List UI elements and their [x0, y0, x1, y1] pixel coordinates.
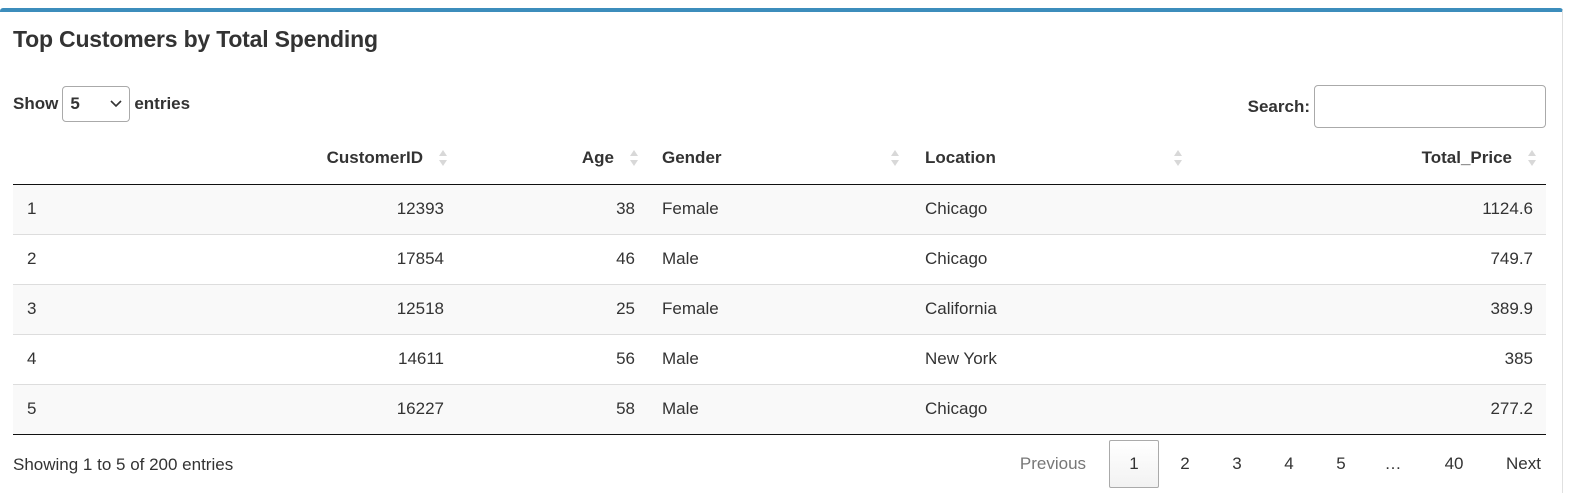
- column-header-age[interactable]: Age: [457, 132, 648, 185]
- panel-title: Top Customers by Total Spending: [13, 26, 378, 52]
- cell-total-price: 277.2: [1204, 383, 1546, 435]
- search-input[interactable]: [1314, 85, 1546, 128]
- page-button[interactable]: 40: [1419, 440, 1489, 488]
- cell-location: New York: [911, 333, 1204, 384]
- cell-index: 2: [13, 233, 137, 284]
- cell-customerid: 12393: [137, 184, 457, 234]
- sort-both-icon: [1528, 150, 1536, 166]
- search-label: Search:: [1247, 96, 1310, 116]
- cell-customerid: 14611: [137, 333, 457, 384]
- page-button[interactable]: 3: [1211, 440, 1263, 488]
- length-prefix-label: Show: [13, 94, 59, 113]
- cell-location: California: [911, 283, 1204, 334]
- column-header-gender[interactable]: Gender: [648, 132, 911, 185]
- cell-index: 4: [13, 333, 137, 384]
- cell-customerid: 17854: [137, 233, 457, 284]
- page-button[interactable]: 5: [1315, 440, 1367, 488]
- cell-total-price: 749.7: [1204, 233, 1546, 284]
- table-header-row: CustomerID Age Gender Location Total_Pri…: [13, 132, 1546, 185]
- cell-age: 25: [457, 283, 648, 334]
- length-suffix-label: entries: [134, 94, 191, 113]
- search-control: Search:: [1248, 85, 1546, 128]
- cell-customerid: 16227: [137, 383, 457, 435]
- cell-location: Chicago: [911, 184, 1204, 234]
- column-header-label: Age: [581, 147, 614, 167]
- cell-total-price: 389.9: [1204, 283, 1546, 334]
- cell-index: 3: [13, 283, 137, 334]
- table-info-text: Showing 1 to 5 of 200 entries: [13, 455, 234, 474]
- column-header-label: Gender: [662, 147, 722, 167]
- cell-age: 58: [457, 383, 648, 435]
- cell-index: 5: [13, 383, 137, 435]
- cell-location: Chicago: [911, 233, 1204, 284]
- sort-both-icon: [630, 150, 638, 166]
- entries-per-page-value: 5: [70, 94, 80, 113]
- entries-per-page-select[interactable]: 5: [62, 86, 131, 122]
- cell-total-price: 1124.6: [1204, 184, 1546, 234]
- table-row: 2 17854 46 Male Chicago 749.7: [13, 233, 1546, 284]
- pagination: Previous 1 2 3 4 5 … 40 Next: [1003, 440, 1546, 488]
- column-header-index[interactable]: [13, 132, 137, 185]
- page-button[interactable]: 4: [1263, 440, 1315, 488]
- customers-table: CustomerID Age Gender Location Total_Pri…: [13, 132, 1546, 435]
- cell-total-price: 385: [1204, 333, 1546, 384]
- column-header-customerid[interactable]: CustomerID: [137, 132, 457, 185]
- column-header-label: CustomerID: [326, 147, 423, 167]
- pagination-ellipsis: …: [1384, 454, 1402, 473]
- table-row: 1 12393 38 Female Chicago 1124.6: [13, 184, 1546, 234]
- page-button-current[interactable]: 1: [1109, 440, 1160, 488]
- chevron-down-icon: [110, 100, 122, 108]
- cell-customerid: 12518: [137, 283, 457, 334]
- column-header-location[interactable]: Location: [911, 132, 1204, 185]
- page-button[interactable]: 2: [1159, 440, 1211, 488]
- cell-index: 1: [13, 184, 137, 234]
- table-row: 5 16227 58 Male Chicago 277.2: [13, 383, 1546, 435]
- cell-gender: Female: [648, 283, 911, 334]
- cell-location: Chicago: [911, 383, 1204, 435]
- sort-both-icon: [1174, 150, 1182, 166]
- column-header-label: Location: [925, 147, 996, 167]
- length-control: Show 5 entries: [13, 86, 190, 122]
- next-page-button[interactable]: Next: [1489, 440, 1546, 488]
- previous-page-button[interactable]: Previous: [1003, 440, 1109, 488]
- table-row: 4 14611 56 Male New York 385: [13, 333, 1546, 384]
- cell-age: 38: [457, 184, 648, 234]
- cell-age: 46: [457, 233, 648, 284]
- cell-gender: Female: [648, 184, 911, 234]
- cell-age: 56: [457, 333, 648, 384]
- column-header-label: Total_Price: [1421, 147, 1512, 167]
- table-row: 3 12518 25 Female California 389.9: [13, 283, 1546, 334]
- sort-both-icon: [891, 150, 899, 166]
- cell-gender: Male: [648, 383, 911, 435]
- column-header-total-price[interactable]: Total_Price: [1204, 132, 1546, 185]
- cell-gender: Male: [648, 333, 911, 384]
- cell-gender: Male: [648, 233, 911, 284]
- sort-both-icon: [439, 150, 447, 166]
